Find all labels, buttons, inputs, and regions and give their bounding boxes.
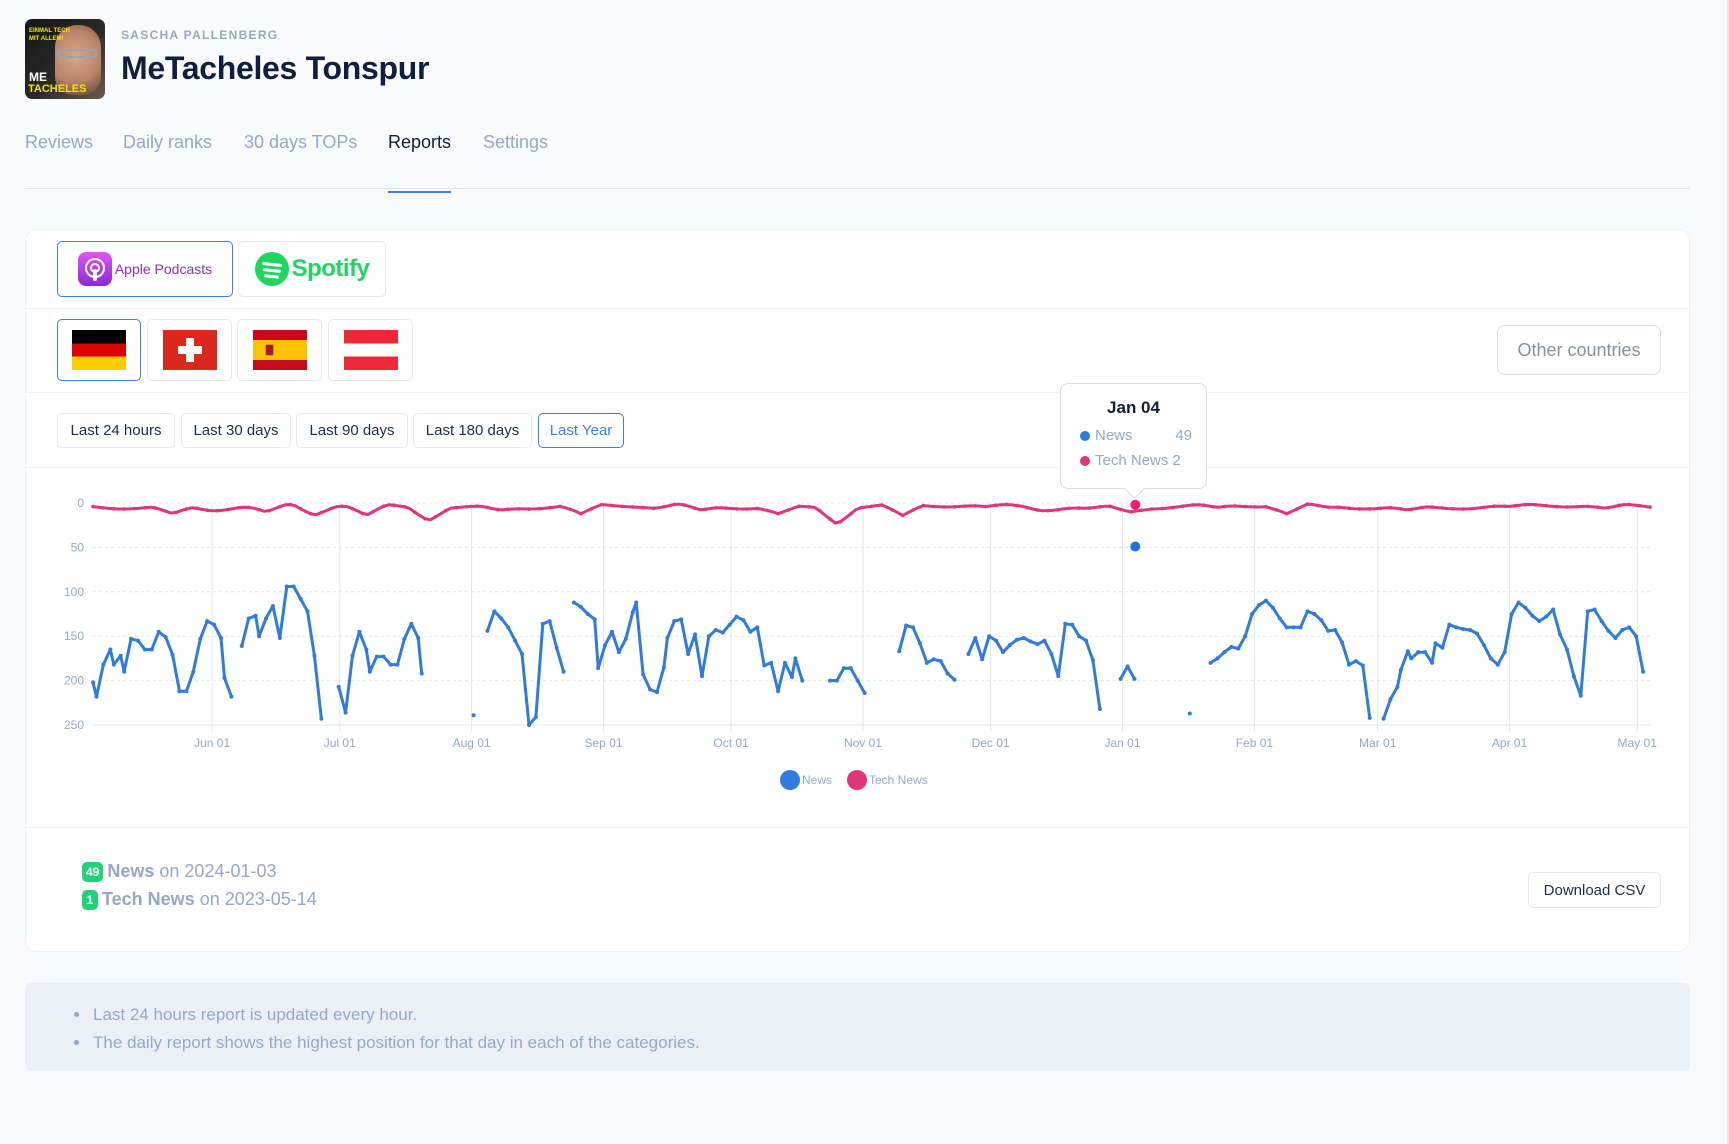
tooltip-series-name: Tech News <box>1095 452 1169 469</box>
range-last-year-button[interactable]: Last Year <box>538 413 624 448</box>
tooltip-row-tech-news: Tech News 2 <box>1080 452 1192 469</box>
apple-podcasts-icon <box>77 252 112 286</box>
podcast-cover-image: EINMAL TECH MIT ALLEM! ME TACHELES <box>25 19 105 99</box>
spotify-icon <box>254 252 289 286</box>
flag-austria-icon <box>343 330 398 370</box>
rank-badge: 49 <box>82 861 104 882</box>
range-label: Last Year <box>549 422 613 439</box>
note-item: The daily report shows the highest posit… <box>91 1029 700 1057</box>
best-position-tech-news: 1 Tech News on 2023-05-14 <box>82 889 317 910</box>
platform-label: Apple Podcasts <box>114 261 213 277</box>
download-csv-label: Download CSV <box>1543 881 1646 899</box>
tech-news-dot-icon <box>1080 455 1090 466</box>
other-countries-label: Other countries <box>1517 339 1641 360</box>
tooltip-date: Jan 04 <box>1107 398 1160 417</box>
tab-daily-ranks[interactable]: Daily ranks <box>123 132 212 191</box>
range-24h-button[interactable]: Last 24 hours <box>57 413 175 448</box>
country-de-button[interactable] <box>57 319 141 381</box>
range-90d-button[interactable]: Last 90 days <box>296 413 408 448</box>
tab-reports[interactable]: Reports <box>388 132 452 193</box>
other-countries-button[interactable]: Other countries <box>1497 325 1661 375</box>
tab-settings[interactable]: Settings <box>483 132 548 191</box>
divider <box>26 392 1689 393</box>
range-label: Last 24 hours <box>70 422 162 439</box>
podcast-author: SASCHA PALLENBERG <box>121 28 279 42</box>
range-label: Last 180 days <box>425 422 520 439</box>
country-ch-button[interactable] <box>147 319 232 381</box>
flag-switzerland-icon <box>162 330 217 370</box>
cover-title-line1: ME <box>29 70 47 84</box>
best-date: 2023-05-14 <box>224 889 317 909</box>
podcast-header: EINMAL TECH MIT ALLEM! ME TACHELES SASCHA… <box>25 19 429 99</box>
tooltip-series-value: 2 <box>1172 452 1181 469</box>
chart-tooltip: Jan 04 News 49 Tech News 2 <box>1060 383 1207 489</box>
tab-30-days-tops[interactable]: 30 days TOPs <box>244 132 357 191</box>
cover-tagline: EINMAL TECH MIT ALLEM! <box>29 28 70 42</box>
best-category: News <box>107 861 155 881</box>
best-position-news: 49 News on 2024-01-03 <box>82 861 277 882</box>
platform-apple-podcasts-button[interactable]: Apple Podcasts <box>57 241 233 297</box>
best-separator: on <box>159 861 180 881</box>
country-at-button[interactable] <box>328 319 413 381</box>
rank-badge: 1 <box>82 889 98 910</box>
country-es-button[interactable] <box>237 319 322 381</box>
report-card: Apple Podcasts Spotify Other countries L… <box>25 229 1690 952</box>
divider <box>26 467 1689 468</box>
best-category: Tech News <box>102 889 195 909</box>
cover-glasses <box>57 49 97 58</box>
download-csv-button[interactable]: Download CSV <box>1528 872 1661 908</box>
report-notes: Last 24 hours report is updated every ho… <box>25 983 1690 1071</box>
tooltip-series-value: 49 <box>1175 427 1192 444</box>
divider <box>26 308 1689 309</box>
flag-spain-icon <box>252 330 307 370</box>
news-dot-icon <box>1080 430 1090 441</box>
platform-spotify-button[interactable]: Spotify <box>238 241 386 297</box>
range-180d-button[interactable]: Last 180 days <box>413 413 532 448</box>
tooltip-row-news: News 49 <box>1080 427 1192 444</box>
divider <box>26 827 1689 828</box>
range-30d-button[interactable]: Last 30 days <box>181 413 291 448</box>
platform-label: Spotify <box>291 255 370 282</box>
nav-tabs: Reviews Daily ranks 30 days TOPs Reports… <box>25 128 1690 193</box>
best-date: 2024-01-03 <box>184 861 277 881</box>
tab-reviews[interactable]: Reviews <box>25 132 93 191</box>
cover-title-line2: TACHELES <box>28 83 87 95</box>
note-item: Last 24 hours report is updated every ho… <box>91 1001 700 1029</box>
podcast-title: MeTacheles Tonspur <box>121 50 430 86</box>
range-label: Last 30 days <box>193 422 279 439</box>
range-label: Last 90 days <box>309 422 395 439</box>
best-separator: on <box>199 889 220 909</box>
tooltip-series-name: News <box>1095 427 1133 444</box>
flag-germany-icon <box>72 330 126 370</box>
